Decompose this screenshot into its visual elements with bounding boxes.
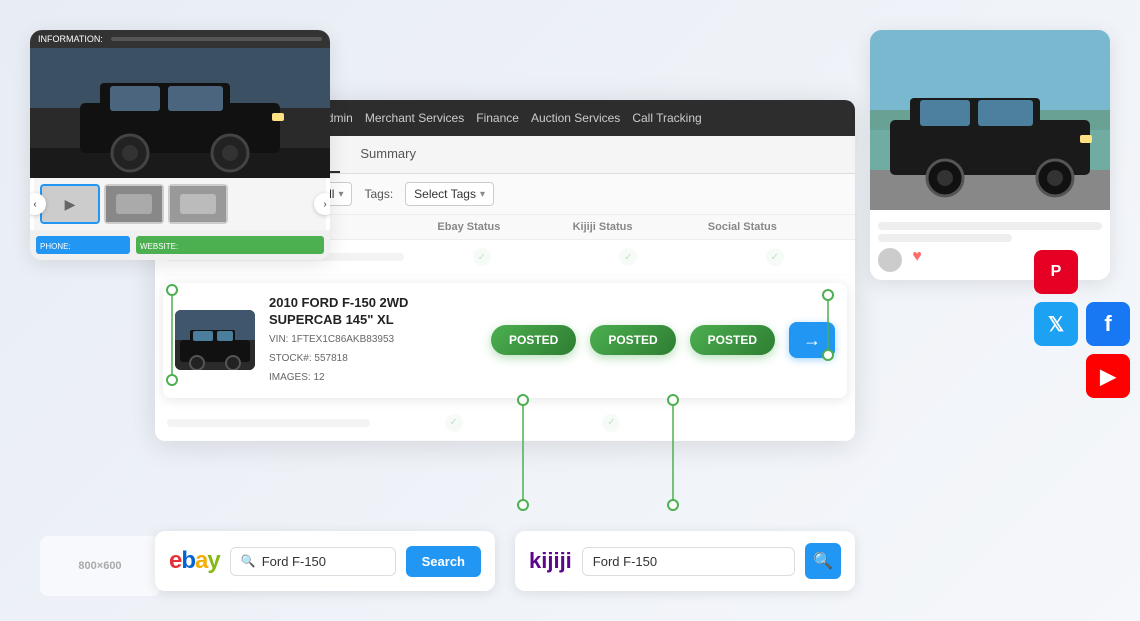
nav-merchant[interactable]: Merchant Services: [365, 111, 464, 125]
faded-rows-below: ✓ ✓: [155, 406, 855, 441]
header-bar: [111, 37, 322, 41]
social-posted-badge[interactable]: POSTED: [690, 325, 775, 355]
pinterest-button[interactable]: P: [1034, 250, 1078, 294]
kijiji-search-icon: 🔍: [813, 551, 833, 571]
social-icons-panel: P 𝕏 f ▶: [1034, 250, 1130, 398]
kijiji-logo: kijiji: [529, 548, 572, 574]
nav-call[interactable]: Call Tracking: [632, 111, 701, 125]
right-car-image: [870, 30, 1110, 210]
highlight-car-svg: [175, 310, 255, 370]
pinterest-icon: P: [1051, 263, 1062, 281]
card-header: INFORMATION:: [30, 30, 330, 48]
thumb-1[interactable]: ▶: [40, 184, 100, 224]
play-icon: ▶: [65, 196, 76, 213]
car-title: 2010 FORD F-150 2WD SUPERCAB 145" XL: [269, 295, 477, 329]
thumb-container: ▶ ‹ ›: [30, 178, 330, 230]
arrow-right-icon: →: [803, 330, 821, 351]
ebay-logo: ebay: [169, 547, 220, 575]
car-vin: VIN: 1FTEX1C86AKB83953: [269, 332, 477, 348]
kijiji-search-button[interactable]: 🔍: [805, 543, 841, 579]
dimension-label: 800×600: [40, 536, 160, 596]
twitter-button[interactable]: 𝕏: [1034, 302, 1078, 346]
ebay-search-input-wrap[interactable]: 🔍: [230, 547, 396, 576]
nav-auction[interactable]: Auction Services: [531, 111, 620, 125]
info-label: INFORMATION:: [38, 34, 103, 44]
car-svg: [30, 48, 330, 178]
main-car-image: [30, 48, 330, 178]
check-2: ✓: [619, 248, 637, 266]
faded-bar-2: [167, 419, 370, 427]
heart-icon: ♥: [908, 248, 926, 266]
thumb-img-3: [170, 186, 226, 222]
model-arrow-icon: ▾: [338, 189, 343, 200]
next-thumb-button[interactable]: ›: [314, 193, 330, 215]
kijiji-search-card: kijiji 🔍: [515, 531, 855, 591]
highlight-row: 2010 FORD F-150 2WD SUPERCAB 145" XL VIN…: [163, 283, 847, 398]
kijiji-posted-badge[interactable]: POSTED: [590, 325, 675, 355]
car-thumbnail: [175, 310, 255, 370]
check-4: ✓: [445, 414, 463, 432]
faded-row-2: ✓ ✓: [163, 406, 847, 441]
ebay-posted-badge[interactable]: POSTED: [491, 325, 576, 355]
avatar-placeholder: [878, 248, 902, 272]
kijiji-search-input-wrap[interactable]: [582, 547, 795, 576]
car-images: IMAGES: 12: [269, 370, 477, 386]
youtube-button[interactable]: ▶: [1086, 354, 1130, 398]
check-3: ✓: [766, 248, 784, 266]
twitter-icon: 𝕏: [1048, 312, 1064, 337]
placeholder-1: [878, 222, 1102, 230]
ebay-search-card: ebay 🔍 Search: [155, 531, 495, 591]
thumbnail-row: ▶ ‹ ›: [34, 178, 326, 230]
youtube-icon: ▶: [1100, 364, 1115, 389]
kijiji-search-input[interactable]: [593, 554, 784, 569]
website-badge: WEBSITE:: [136, 236, 324, 254]
tab-summary[interactable]: Summary: [340, 136, 436, 173]
ebay-search-button[interactable]: Search: [406, 546, 481, 577]
right-car-svg: [870, 30, 1110, 210]
tags-select[interactable]: Select Tags ▾: [405, 182, 494, 206]
phone-badge: PHONE:: [36, 236, 130, 254]
thumb-2[interactable]: [104, 184, 164, 224]
check-1: ✓: [473, 248, 491, 266]
scene: INFORMATION:: [0, 0, 1140, 621]
view-detail-button[interactable]: →: [789, 322, 835, 358]
car-stock: STOCK#: 557818: [269, 351, 477, 367]
tags-arrow-icon: ▾: [480, 189, 485, 200]
right-vehicle-card: ♥: [870, 30, 1110, 280]
car-info: 2010 FORD F-150 2WD SUPERCAB 145" XL VIN…: [269, 295, 477, 386]
card-footer: PHONE: WEBSITE:: [30, 230, 330, 260]
tags-label: Tags:: [364, 187, 393, 201]
facebook-button[interactable]: f: [1086, 302, 1130, 346]
left-vehicle-card: INFORMATION:: [30, 30, 330, 260]
check-5: ✓: [602, 414, 620, 432]
ebay-search-input[interactable]: [262, 554, 385, 569]
thumb-img-2: [106, 186, 162, 222]
thumb-3[interactable]: [168, 184, 228, 224]
ebay-search-icon: 🔍: [241, 554, 256, 568]
col-kijiji: Kijiji Status: [573, 221, 708, 233]
bottom-search-bars: ebay 🔍 Search kijiji 🔍: [155, 531, 855, 591]
facebook-icon: f: [1104, 311, 1111, 337]
placeholder-2: [878, 234, 1012, 242]
col-social: Social Status: [708, 221, 843, 233]
col-ebay: Ebay Status: [437, 221, 572, 233]
nav-finance[interactable]: Finance: [476, 111, 519, 125]
